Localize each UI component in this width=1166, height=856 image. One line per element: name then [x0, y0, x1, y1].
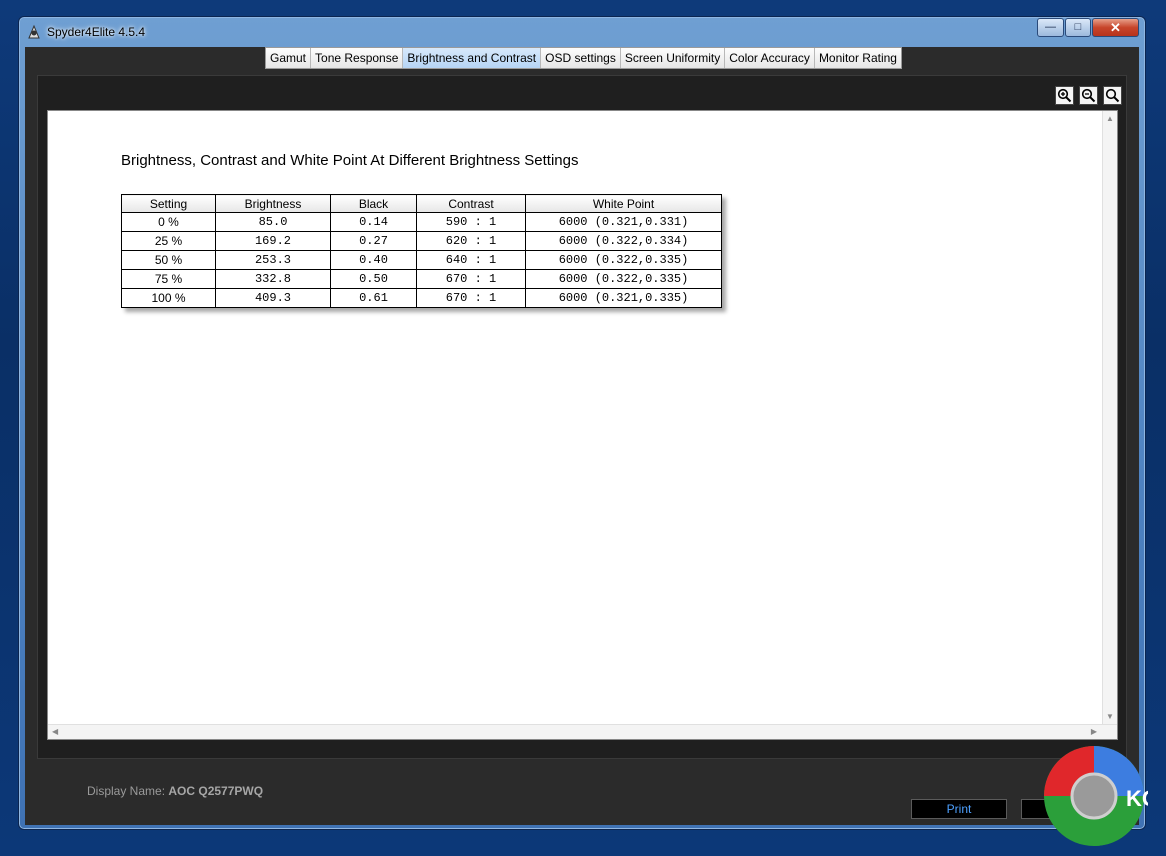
cell-contrast: 620 : 1 — [416, 231, 526, 251]
column-header: White Point — [525, 194, 722, 213]
cell-setting: 100 % — [121, 288, 216, 308]
zoom-fit-button[interactable] — [1103, 86, 1122, 105]
display-name-value: AOC Q2577PWQ — [168, 784, 264, 798]
print-button[interactable]: Print — [911, 799, 1007, 819]
cell-brightness: 332.8 — [215, 269, 331, 289]
zoom-out-icon — [1081, 88, 1096, 103]
zoom-out-button[interactable] — [1079, 86, 1098, 105]
cell-contrast: 670 : 1 — [416, 288, 526, 308]
cell-setting: 75 % — [121, 269, 216, 289]
title-bar[interactable]: Spyder4Elite 4.5.4 — □ ✕ — [19, 17, 1145, 47]
tab-color-accuracy[interactable]: Color Accuracy — [725, 48, 815, 68]
zoom-in-button[interactable] — [1055, 86, 1074, 105]
tab-gamut[interactable]: Gamut — [266, 48, 312, 68]
cell-white-point: 6000 (0.322,0.334) — [525, 231, 722, 251]
cell-black: 0.40 — [330, 250, 417, 270]
scroll-right-icon[interactable]: ▶ — [1091, 727, 1097, 736]
zoom-in-icon — [1057, 88, 1072, 103]
cell-brightness: 409.3 — [215, 288, 331, 308]
cell-black: 0.27 — [330, 231, 417, 251]
vertical-scrollbar[interactable]: ▲ ▼ — [1102, 111, 1117, 724]
logo-text: KG — [1126, 786, 1148, 811]
cell-white-point: 6000 (0.322,0.335) — [525, 269, 722, 289]
app-window: Spyder4Elite 4.5.4 — □ ✕ Gamut Tone Resp… — [18, 16, 1146, 830]
cell-black: 0.61 — [330, 288, 417, 308]
column-header: Setting — [121, 194, 216, 213]
cell-brightness: 253.3 — [215, 250, 331, 270]
cell-setting: 50 % — [121, 250, 216, 270]
maximize-button[interactable]: □ — [1065, 18, 1091, 37]
report-page: Brightness, Contrast and White Point At … — [47, 110, 1118, 740]
cell-setting: 0 % — [121, 212, 216, 232]
tab-osd-settings[interactable]: OSD settings — [541, 48, 621, 68]
window-title: Spyder4Elite 4.5.4 — [47, 25, 146, 39]
client-area: Gamut Tone Response Brightness and Contr… — [25, 47, 1139, 825]
table-row: 0 % 85.0 0.14 590 : 1 6000 (0.321,0.331) — [121, 212, 722, 232]
tab-tone-response[interactable]: Tone Response — [311, 48, 404, 68]
table-header-row: Setting Brightness Black Contrast White … — [121, 194, 722, 213]
tab-bar: Gamut Tone Response Brightness and Contr… — [265, 47, 902, 69]
scroll-left-icon[interactable]: ◀ — [52, 727, 58, 736]
spyder-app-icon — [28, 24, 40, 39]
cell-brightness: 169.2 — [215, 231, 331, 251]
table-row: 50 % 253.3 0.40 640 : 1 6000 (0.322,0.33… — [121, 250, 722, 270]
report-title: Brightness, Contrast and White Point At … — [121, 152, 579, 169]
table-row: 100 % 409.3 0.61 670 : 1 6000 (0.321,0.3… — [121, 288, 722, 308]
cell-white-point: 6000 (0.321,0.331) — [525, 212, 722, 232]
table-row: 75 % 332.8 0.50 670 : 1 6000 (0.322,0.33… — [121, 269, 722, 289]
brightness-contrast-table: Setting Brightness Black Contrast White … — [121, 194, 722, 308]
display-name-label: Display Name: — [87, 784, 166, 798]
cell-white-point: 6000 (0.321,0.335) — [525, 288, 722, 308]
tab-monitor-rating[interactable]: Monitor Rating — [814, 48, 901, 68]
cell-brightness: 85.0 — [215, 212, 331, 232]
column-header: Contrast — [416, 194, 526, 213]
cell-contrast: 640 : 1 — [416, 250, 526, 270]
zoom-fit-icon — [1105, 88, 1120, 103]
minimize-button[interactable]: — — [1037, 18, 1064, 37]
close-window-button[interactable]: ✕ — [1092, 18, 1139, 37]
scroll-down-icon[interactable]: ▼ — [1106, 712, 1114, 721]
display-name-info: Display Name: AOC Q2577PWQ — [87, 784, 263, 798]
cell-setting: 25 % — [121, 231, 216, 251]
table-row: 25 % 169.2 0.27 620 : 1 6000 (0.322,0.33… — [121, 231, 722, 251]
cell-contrast: 670 : 1 — [416, 269, 526, 289]
kg-watermark-logo: KG — [1044, 746, 1148, 846]
cell-contrast: 590 : 1 — [416, 212, 526, 232]
cell-black: 0.14 — [330, 212, 417, 232]
scroll-up-icon[interactable]: ▲ — [1106, 114, 1114, 123]
tab-brightness-and-contrast[interactable]: Brightness and Contrast — [403, 48, 542, 68]
cell-black: 0.50 — [330, 269, 417, 289]
tab-screen-uniformity[interactable]: Screen Uniformity — [620, 48, 726, 68]
cell-white-point: 6000 (0.322,0.335) — [525, 250, 722, 270]
column-header: Black — [330, 194, 417, 213]
horizontal-scrollbar[interactable]: ◀ ▶ — [48, 724, 1117, 739]
column-header: Brightness — [215, 194, 331, 213]
